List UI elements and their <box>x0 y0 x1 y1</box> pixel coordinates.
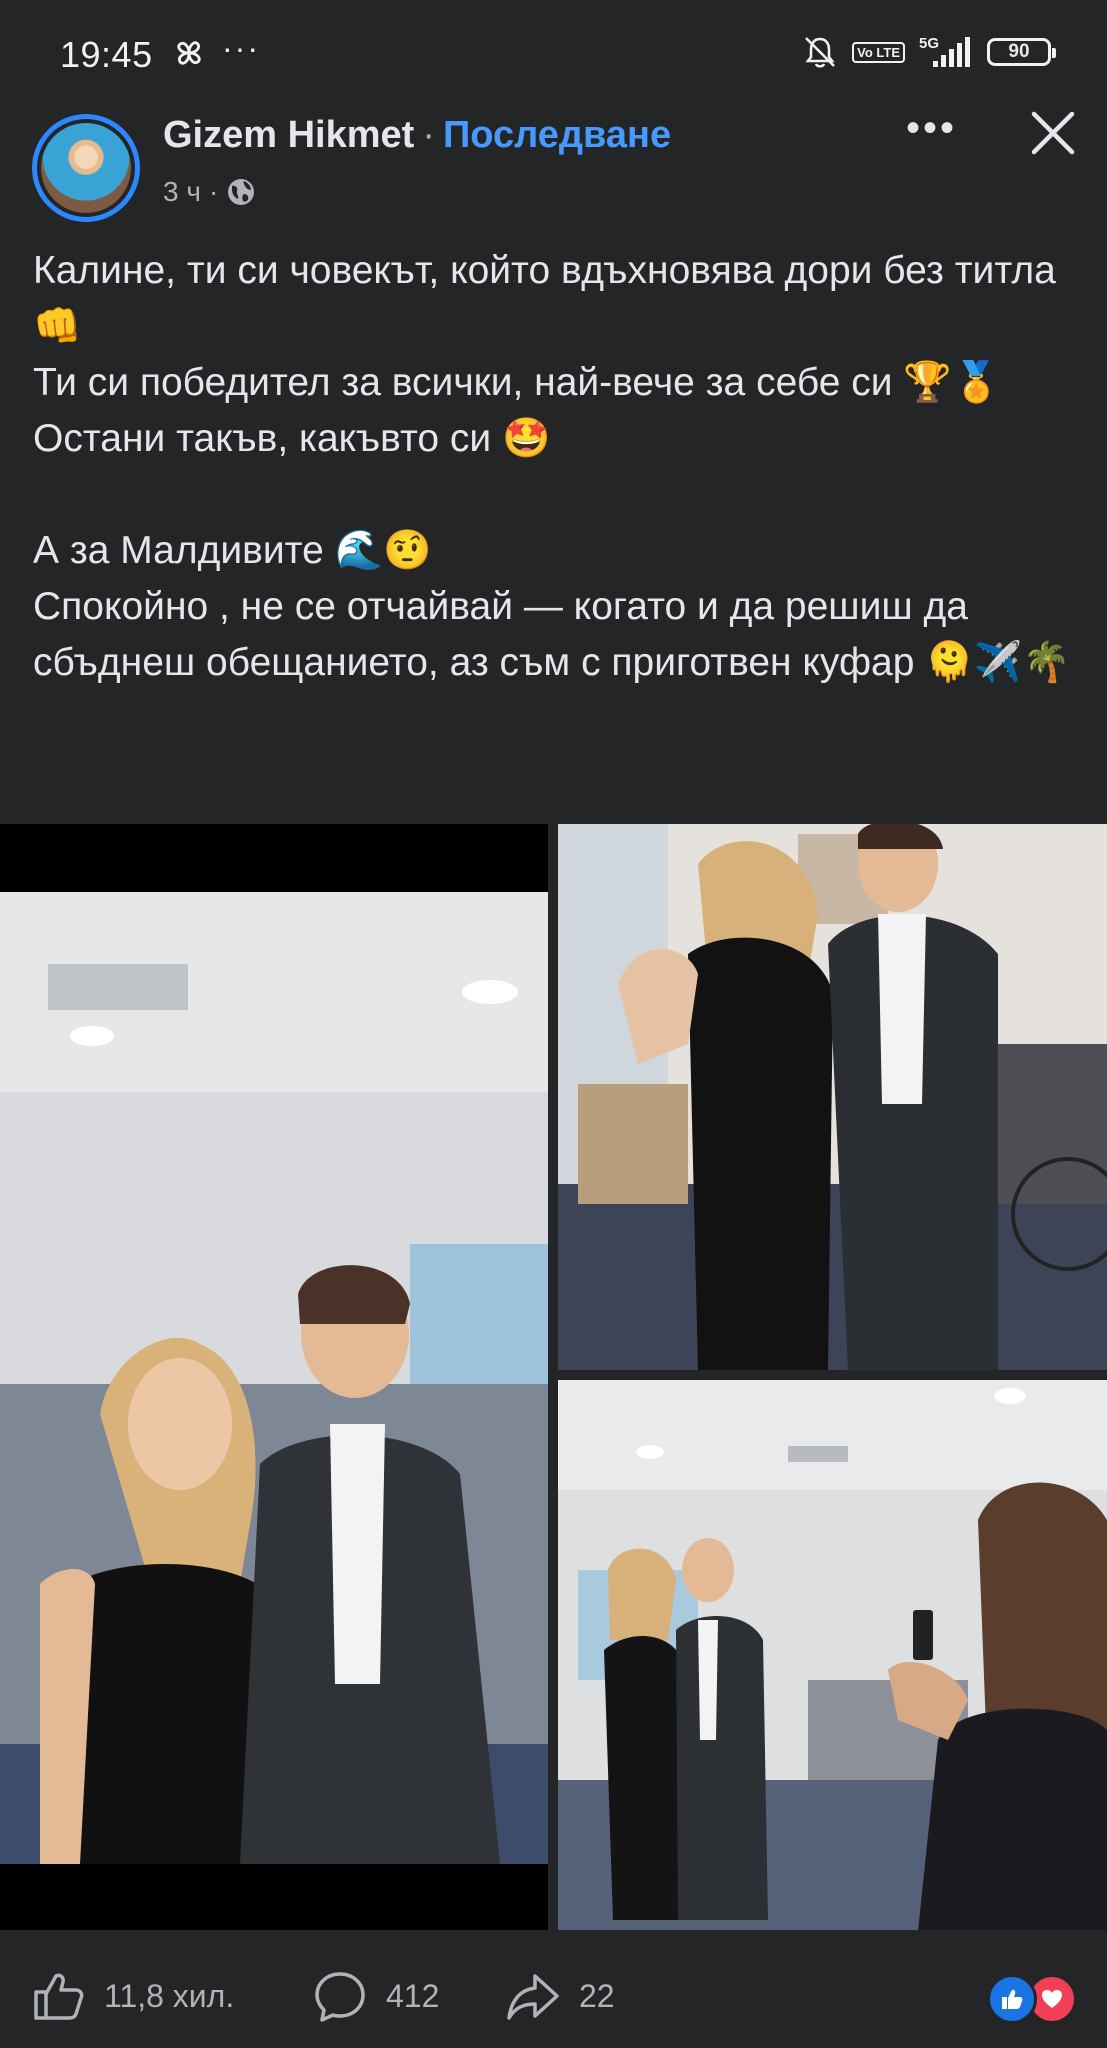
photo-grid <box>0 824 1107 1931</box>
battery-icon: 90 <box>987 38 1056 66</box>
thumbs-up-icon <box>34 1973 84 2020</box>
follow-button[interactable]: Последване <box>443 114 671 156</box>
post-line-blank <box>33 467 1083 523</box>
comment-count: 412 <box>386 1977 440 2014</box>
status-more-indicator: ··· <box>222 30 260 66</box>
comment-button[interactable]: 412 <box>312 1968 439 2024</box>
avatar-image <box>41 123 131 213</box>
status-icons: Vo LTE 5G 90 <box>802 34 1056 70</box>
author-line: Gizem Hikmet · Последване <box>163 114 671 157</box>
status-bar: 19:45 ··· Vo LTE 5G 90 <box>0 0 1107 108</box>
name-separator: · <box>422 114 435 156</box>
pinwheel-icon <box>177 41 201 65</box>
post-line: Калине, ти си човекът, който вдъхновява … <box>33 249 1056 348</box>
author-avatar[interactable] <box>32 114 140 222</box>
post-line: А за Малдивите 🌊🤨 <box>33 529 432 572</box>
photo-2[interactable] <box>558 824 1107 1370</box>
battery-level: 90 <box>1008 41 1030 62</box>
more-options-button[interactable]: ••• <box>906 106 957 151</box>
photo-3[interactable] <box>558 1380 1107 1931</box>
post-line: Спокойно , не се отчайвай — когато и да … <box>33 585 1071 684</box>
post-time[interactable]: 3 ч <box>163 176 201 208</box>
share-icon <box>507 1974 559 2020</box>
facebook-post-screen: 19:45 ··· Vo LTE 5G 90 Gizem Hikmet · По… <box>0 0 1107 2048</box>
post-line: Ти си победител за всички, най-вече за с… <box>33 361 1001 404</box>
post-meta: 3 ч · <box>163 176 256 208</box>
share-button[interactable]: 22 <box>505 1968 615 2024</box>
globe-icon <box>228 179 255 205</box>
reaction-summary[interactable] <box>987 1974 1077 2024</box>
author-name[interactable]: Gizem Hikmet <box>163 114 414 156</box>
post-text: Калине, ти си човекът, който вдъхновява … <box>33 243 1083 691</box>
status-time: 19:45 <box>60 34 153 75</box>
like-reaction-icon <box>987 1974 1037 2024</box>
volte-icon: Vo LTE <box>852 41 905 63</box>
share-count: 22 <box>579 1977 615 2014</box>
close-icon[interactable] <box>1030 110 1076 156</box>
like-button[interactable]: 11,8 хил. <box>30 1968 234 2024</box>
photo-1[interactable] <box>0 824 548 1931</box>
like-count: 11,8 хил. <box>104 1977 235 2014</box>
comment-icon <box>315 1972 365 2022</box>
meta-separator: · <box>208 176 219 207</box>
mute-bell-icon <box>805 37 836 68</box>
action-bar: 11,8 хил. 412 22 <box>0 1930 1107 2048</box>
post-line: Остани такъв, какъвто си 🤩 <box>33 417 551 460</box>
signal-icon: 5G <box>919 35 973 69</box>
